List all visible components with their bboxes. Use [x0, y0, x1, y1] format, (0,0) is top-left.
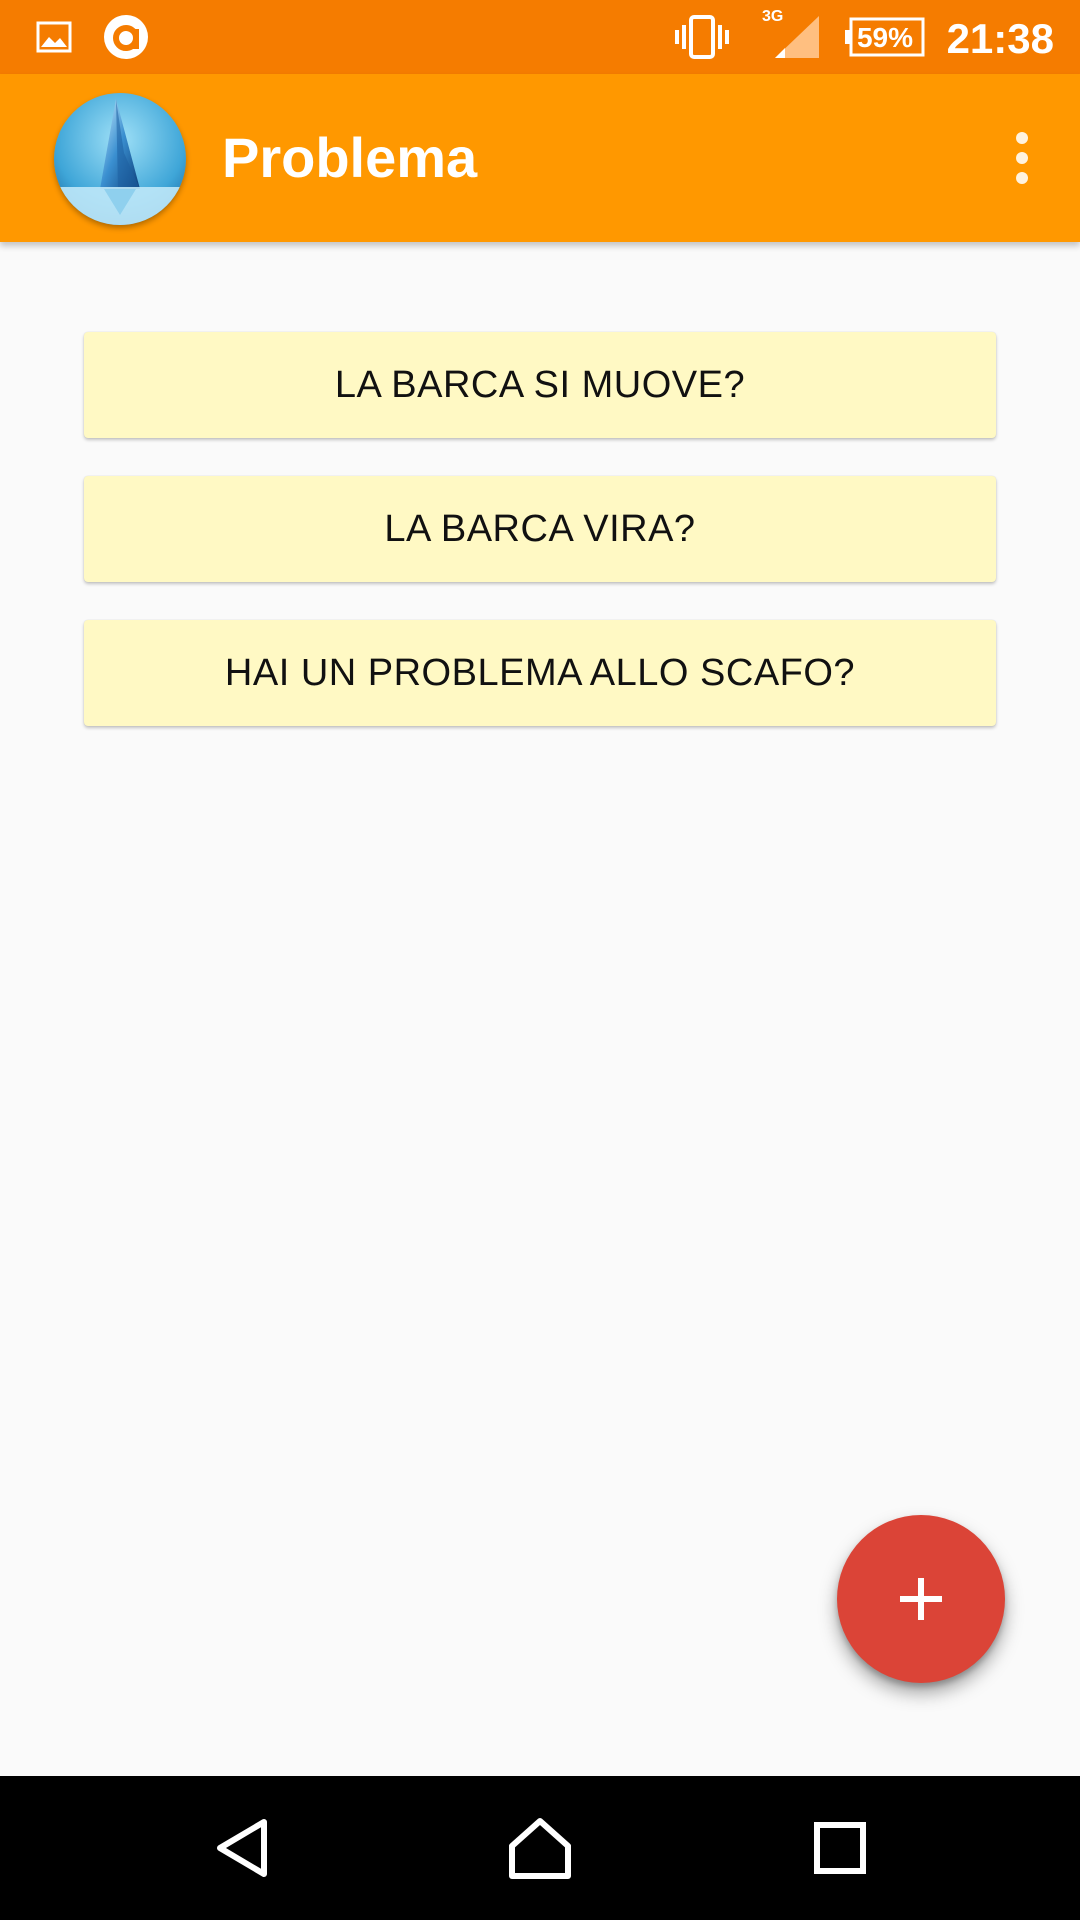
menu-dot [1016, 132, 1028, 144]
option-boat-moves-button[interactable]: LA BARCA SI MUOVE? [84, 332, 996, 438]
plus-icon [900, 1578, 942, 1620]
signal-icon [770, 0, 822, 74]
vibrate-icon [672, 0, 732, 74]
option-hull-problem-button[interactable]: HAI UN PROBLEMA ALLO SCAFO? [84, 620, 996, 726]
recents-icon[interactable] [790, 1798, 890, 1898]
status-bar: 3G 59% 21:38 [0, 0, 1080, 74]
app-bar: Problema [0, 74, 1080, 242]
iceberg-logo[interactable] [54, 93, 186, 225]
menu-dot [1016, 172, 1028, 184]
gallery-icon [34, 0, 74, 74]
battery-percentage: 59% [856, 22, 914, 53]
battery-icon: 59% [845, 17, 925, 57]
home-icon[interactable] [490, 1798, 590, 1898]
overflow-menu-icon[interactable] [992, 118, 1052, 198]
back-icon[interactable] [192, 1798, 292, 1898]
app-notification-icon [100, 0, 152, 74]
add-button[interactable] [837, 1515, 1005, 1683]
menu-dot [1016, 152, 1028, 164]
option-boat-turns-button[interactable]: LA BARCA VIRA? [84, 476, 996, 582]
navigation-bar [0, 1776, 1080, 1920]
clock: 21:38 [946, 15, 1054, 62]
page-title: Problema [222, 126, 478, 189]
